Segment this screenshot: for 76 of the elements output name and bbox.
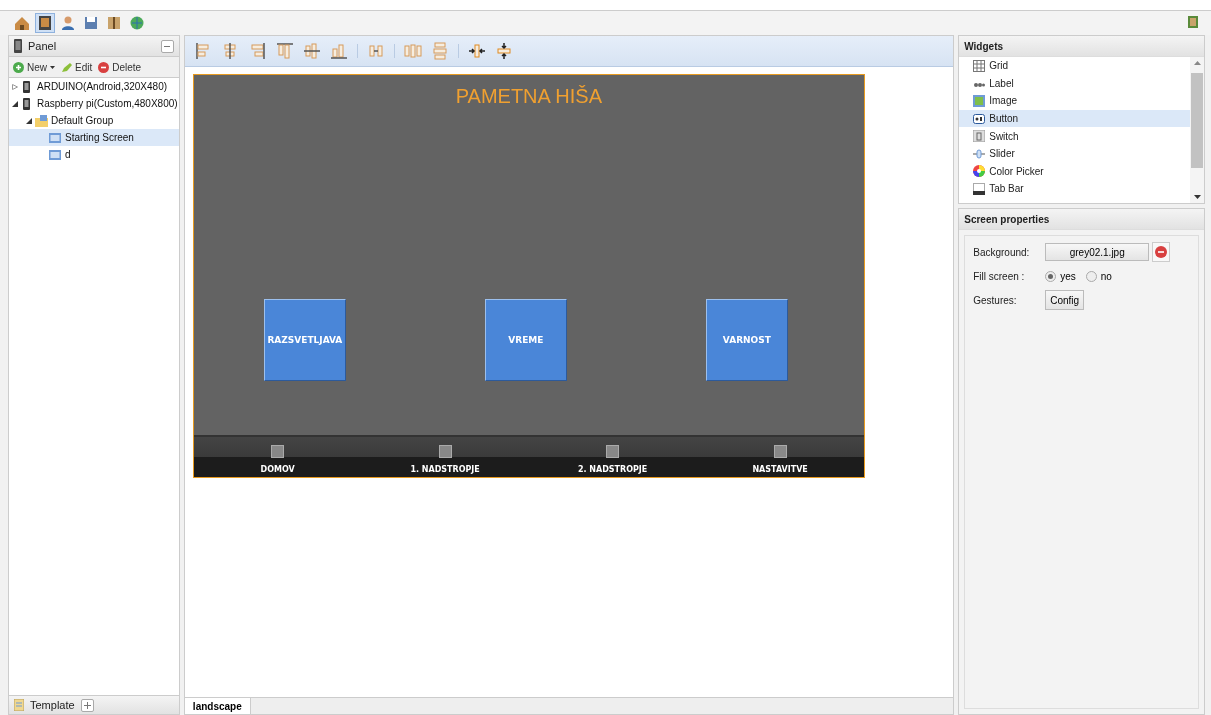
image-icon [973, 95, 986, 107]
align-right-icon[interactable] [248, 42, 267, 60]
background-field[interactable]: grey02.1.jpg [1045, 243, 1150, 261]
screen-tab[interactable]: NASTAVITVE [696, 437, 864, 477]
new-button[interactable]: New [13, 61, 55, 73]
collapse-button[interactable] [160, 39, 174, 53]
caret-icon [50, 65, 55, 69]
add-icon [13, 61, 24, 73]
screen-icon [49, 148, 62, 161]
widget-item[interactable]: Grid [959, 57, 1190, 75]
fit-height-icon[interactable] [494, 42, 513, 60]
user-icon[interactable] [60, 15, 76, 31]
widget-item[interactable]: Slider [959, 144, 1190, 163]
screen-title: PAMETNA HIŠA [455, 85, 602, 108]
button-icon [973, 112, 986, 125]
widget-item[interactable]: Label [959, 74, 1190, 93]
home-icon[interactable] [14, 15, 30, 31]
align-middle-icon[interactable] [302, 42, 321, 60]
scroll-up-icon[interactable] [1193, 61, 1201, 65]
screen-tab[interactable]: 1. NADSTROPJE [361, 437, 529, 477]
device-icon[interactable] [37, 15, 53, 31]
tree-item[interactable]: d [9, 146, 179, 163]
globe-icon[interactable] [129, 15, 145, 31]
delete-icon [1155, 246, 1168, 258]
add-button[interactable] [80, 698, 94, 712]
book-icon[interactable] [106, 15, 122, 31]
screen-button[interactable]: RAZSVETLJAVA [263, 299, 346, 381]
tree-item[interactable]: Default Group [9, 112, 179, 129]
field-label: Gestures: [973, 294, 1018, 306]
collapsed-icon[interactable] [12, 83, 18, 90]
edit-button[interactable]: Edit [61, 61, 93, 73]
screen-tab[interactable]: DOMOV [193, 437, 362, 477]
editor-tab[interactable]: landscape [184, 698, 251, 714]
delete-button[interactable]: Delete [98, 61, 142, 73]
radio-option[interactable]: yes [1045, 270, 1076, 282]
panel-title: Panel [28, 40, 58, 52]
delete-icon [98, 61, 110, 73]
widget-item[interactable]: Switch [959, 127, 1190, 145]
align-bottom-icon[interactable] [329, 42, 348, 60]
tree-item[interactable]: ARDUINO(Android,320X480) [9, 78, 179, 95]
tree-item[interactable]: Raspberry pi(Custom,480X800) [9, 95, 179, 112]
field-label: Fill screen : [973, 270, 1026, 282]
tree-item[interactable]: Starting Screen [9, 129, 179, 146]
widget-item[interactable]: Image [959, 92, 1190, 110]
save-icon[interactable] [83, 15, 99, 31]
switch-icon [973, 130, 986, 143]
remove-button[interactable] [1152, 242, 1171, 262]
space-h-icon[interactable] [366, 42, 385, 60]
grid-icon [973, 59, 986, 72]
widget-item[interactable]: Tab Bar [959, 180, 1190, 198]
config-button[interactable]: Config [1045, 290, 1085, 310]
scroll-down-icon[interactable] [1193, 195, 1201, 199]
slider-icon [973, 147, 986, 160]
screen-icon [49, 131, 62, 144]
fit-width-icon[interactable] [467, 42, 486, 60]
plus-icon [83, 701, 91, 709]
field-label: Background: [973, 246, 1031, 258]
screen-tab[interactable]: 2. NADSTROPJE [528, 437, 697, 477]
widget-item[interactable]: Button [959, 109, 1190, 128]
panel-title: Widgets [959, 36, 1204, 57]
screen-button[interactable]: VREME [484, 299, 567, 381]
exit-icon[interactable] [1187, 15, 1199, 29]
scrollbar-thumb[interactable] [1191, 73, 1203, 168]
expanded-icon[interactable] [26, 117, 32, 124]
device-icon [14, 39, 22, 53]
align-top-icon[interactable] [275, 42, 294, 60]
screen-button[interactable]: VARNOST [705, 299, 788, 381]
widget-item[interactable]: Color Picker [959, 162, 1190, 181]
tab-bar-icon [973, 182, 986, 195]
pencil-icon [61, 61, 72, 73]
list-icon [14, 699, 24, 711]
panel-title: Template [30, 699, 75, 711]
color-wheel-icon [973, 165, 986, 178]
expanded-icon[interactable] [12, 100, 18, 107]
radio-option[interactable]: no [1085, 270, 1112, 282]
folder-icon [35, 114, 48, 127]
